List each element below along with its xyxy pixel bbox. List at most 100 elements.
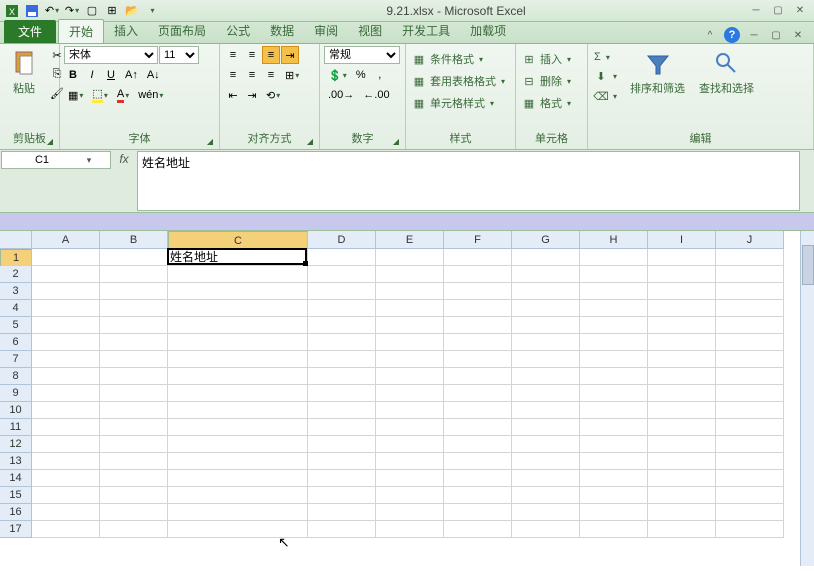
cell-C5[interactable] [168, 317, 308, 334]
cell-J6[interactable] [716, 334, 784, 351]
cell-J15[interactable] [716, 487, 784, 504]
cell-D9[interactable] [308, 385, 376, 402]
cell-A1[interactable] [32, 249, 100, 266]
conditional-format-button[interactable]: ▦条件格式▾ [410, 50, 507, 68]
comma-icon[interactable]: , [371, 66, 389, 84]
cell-I1[interactable] [648, 249, 716, 266]
cell-D12[interactable] [308, 436, 376, 453]
cell-D14[interactable] [308, 470, 376, 487]
cell-styles-button[interactable]: ▦单元格样式▾ [410, 94, 507, 112]
cell-B11[interactable] [100, 419, 168, 436]
cell-D3[interactable] [308, 283, 376, 300]
cell-G16[interactable] [512, 504, 580, 521]
cell-C4[interactable] [168, 300, 308, 317]
doc-restore-icon[interactable]: ▢ [768, 28, 784, 42]
cell-A10[interactable] [32, 402, 100, 419]
close-icon[interactable]: ✕ [792, 4, 808, 18]
format-as-table-button[interactable]: ▦套用表格格式▾ [410, 72, 507, 90]
cell-F7[interactable] [444, 351, 512, 368]
cell-B17[interactable] [100, 521, 168, 538]
undo-icon[interactable]: ↶▾ [44, 3, 60, 19]
cell-J10[interactable] [716, 402, 784, 419]
formula-input[interactable]: 姓名地址 [137, 151, 800, 211]
cell-C16[interactable] [168, 504, 308, 521]
cell-I8[interactable] [648, 368, 716, 385]
cell-F9[interactable] [444, 385, 512, 402]
cell-C13[interactable] [168, 453, 308, 470]
cell-D17[interactable] [308, 521, 376, 538]
cell-F11[interactable] [444, 419, 512, 436]
cell-C2[interactable] [168, 266, 308, 283]
find-select-button[interactable]: 查找和选择 [693, 46, 760, 100]
cell-H14[interactable] [580, 470, 648, 487]
fill-button[interactable]: ⬇▾ [592, 68, 622, 84]
cell-E12[interactable] [376, 436, 444, 453]
cell-J16[interactable] [716, 504, 784, 521]
row-header-6[interactable]: 6 [0, 334, 32, 351]
cell-A9[interactable] [32, 385, 100, 402]
delete-cells-button[interactable]: ⊟删除▾ [520, 72, 573, 90]
cell-E6[interactable] [376, 334, 444, 351]
cell-B9[interactable] [100, 385, 168, 402]
col-header-D[interactable]: D [308, 231, 376, 249]
sort-filter-button[interactable]: 排序和筛选 [624, 46, 691, 100]
cell-C7[interactable] [168, 351, 308, 368]
row-header-4[interactable]: 4 [0, 300, 32, 317]
fill-color-icon[interactable]: ⬚▾ [88, 86, 111, 104]
cell-D4[interactable] [308, 300, 376, 317]
col-header-I[interactable]: I [648, 231, 716, 249]
cell-C3[interactable] [168, 283, 308, 300]
cell-E9[interactable] [376, 385, 444, 402]
tab-页面布局[interactable]: 页面布局 [148, 19, 216, 43]
decrease-indent-icon[interactable]: ⇤ [224, 86, 242, 104]
cell-H4[interactable] [580, 300, 648, 317]
cell-A13[interactable] [32, 453, 100, 470]
cell-I9[interactable] [648, 385, 716, 402]
cell-C9[interactable] [168, 385, 308, 402]
cell-H9[interactable] [580, 385, 648, 402]
cell-D7[interactable] [308, 351, 376, 368]
col-header-H[interactable]: H [580, 231, 648, 249]
wrap-text-icon[interactable]: ⇥ [281, 46, 299, 64]
cell-H8[interactable] [580, 368, 648, 385]
col-header-B[interactable]: B [100, 231, 168, 249]
cell-C15[interactable] [168, 487, 308, 504]
align-center-icon[interactable]: ≡ [243, 66, 261, 84]
cell-E8[interactable] [376, 368, 444, 385]
cell-B7[interactable] [100, 351, 168, 368]
cell-E16[interactable] [376, 504, 444, 521]
underline-button[interactable]: U [102, 66, 120, 84]
cell-D1[interactable] [308, 249, 376, 266]
cell-B1[interactable] [100, 249, 168, 266]
cell-A6[interactable] [32, 334, 100, 351]
col-header-A[interactable]: A [32, 231, 100, 249]
cell-B13[interactable] [100, 453, 168, 470]
maximize-icon[interactable]: ▢ [770, 4, 786, 18]
cell-B2[interactable] [100, 266, 168, 283]
cell-F10[interactable] [444, 402, 512, 419]
file-tab[interactable]: 文件 [4, 20, 56, 43]
align-left-icon[interactable]: ≡ [224, 66, 242, 84]
excel-app-icon[interactable]: X [4, 3, 20, 19]
cell-E2[interactable] [376, 266, 444, 283]
help-icon[interactable]: ? [724, 27, 740, 43]
cell-H15[interactable] [580, 487, 648, 504]
cell-I11[interactable] [648, 419, 716, 436]
shrink-font-icon[interactable]: A↓ [143, 66, 164, 84]
cell-H3[interactable] [580, 283, 648, 300]
cell-I4[interactable] [648, 300, 716, 317]
cell-I16[interactable] [648, 504, 716, 521]
row-header-5[interactable]: 5 [0, 317, 32, 334]
cell-J12[interactable] [716, 436, 784, 453]
col-header-F[interactable]: F [444, 231, 512, 249]
cell-G11[interactable] [512, 419, 580, 436]
clear-button[interactable]: ⌫▾ [592, 88, 622, 104]
cell-B8[interactable] [100, 368, 168, 385]
increase-decimal-icon[interactable]: .00→ [324, 86, 358, 104]
tab-数据[interactable]: 数据 [260, 19, 304, 43]
tab-公式[interactable]: 公式 [216, 19, 260, 43]
redo-icon[interactable]: ↷▾ [64, 3, 80, 19]
cell-G9[interactable] [512, 385, 580, 402]
scrollbar-thumb[interactable] [802, 245, 814, 285]
cell-I5[interactable] [648, 317, 716, 334]
